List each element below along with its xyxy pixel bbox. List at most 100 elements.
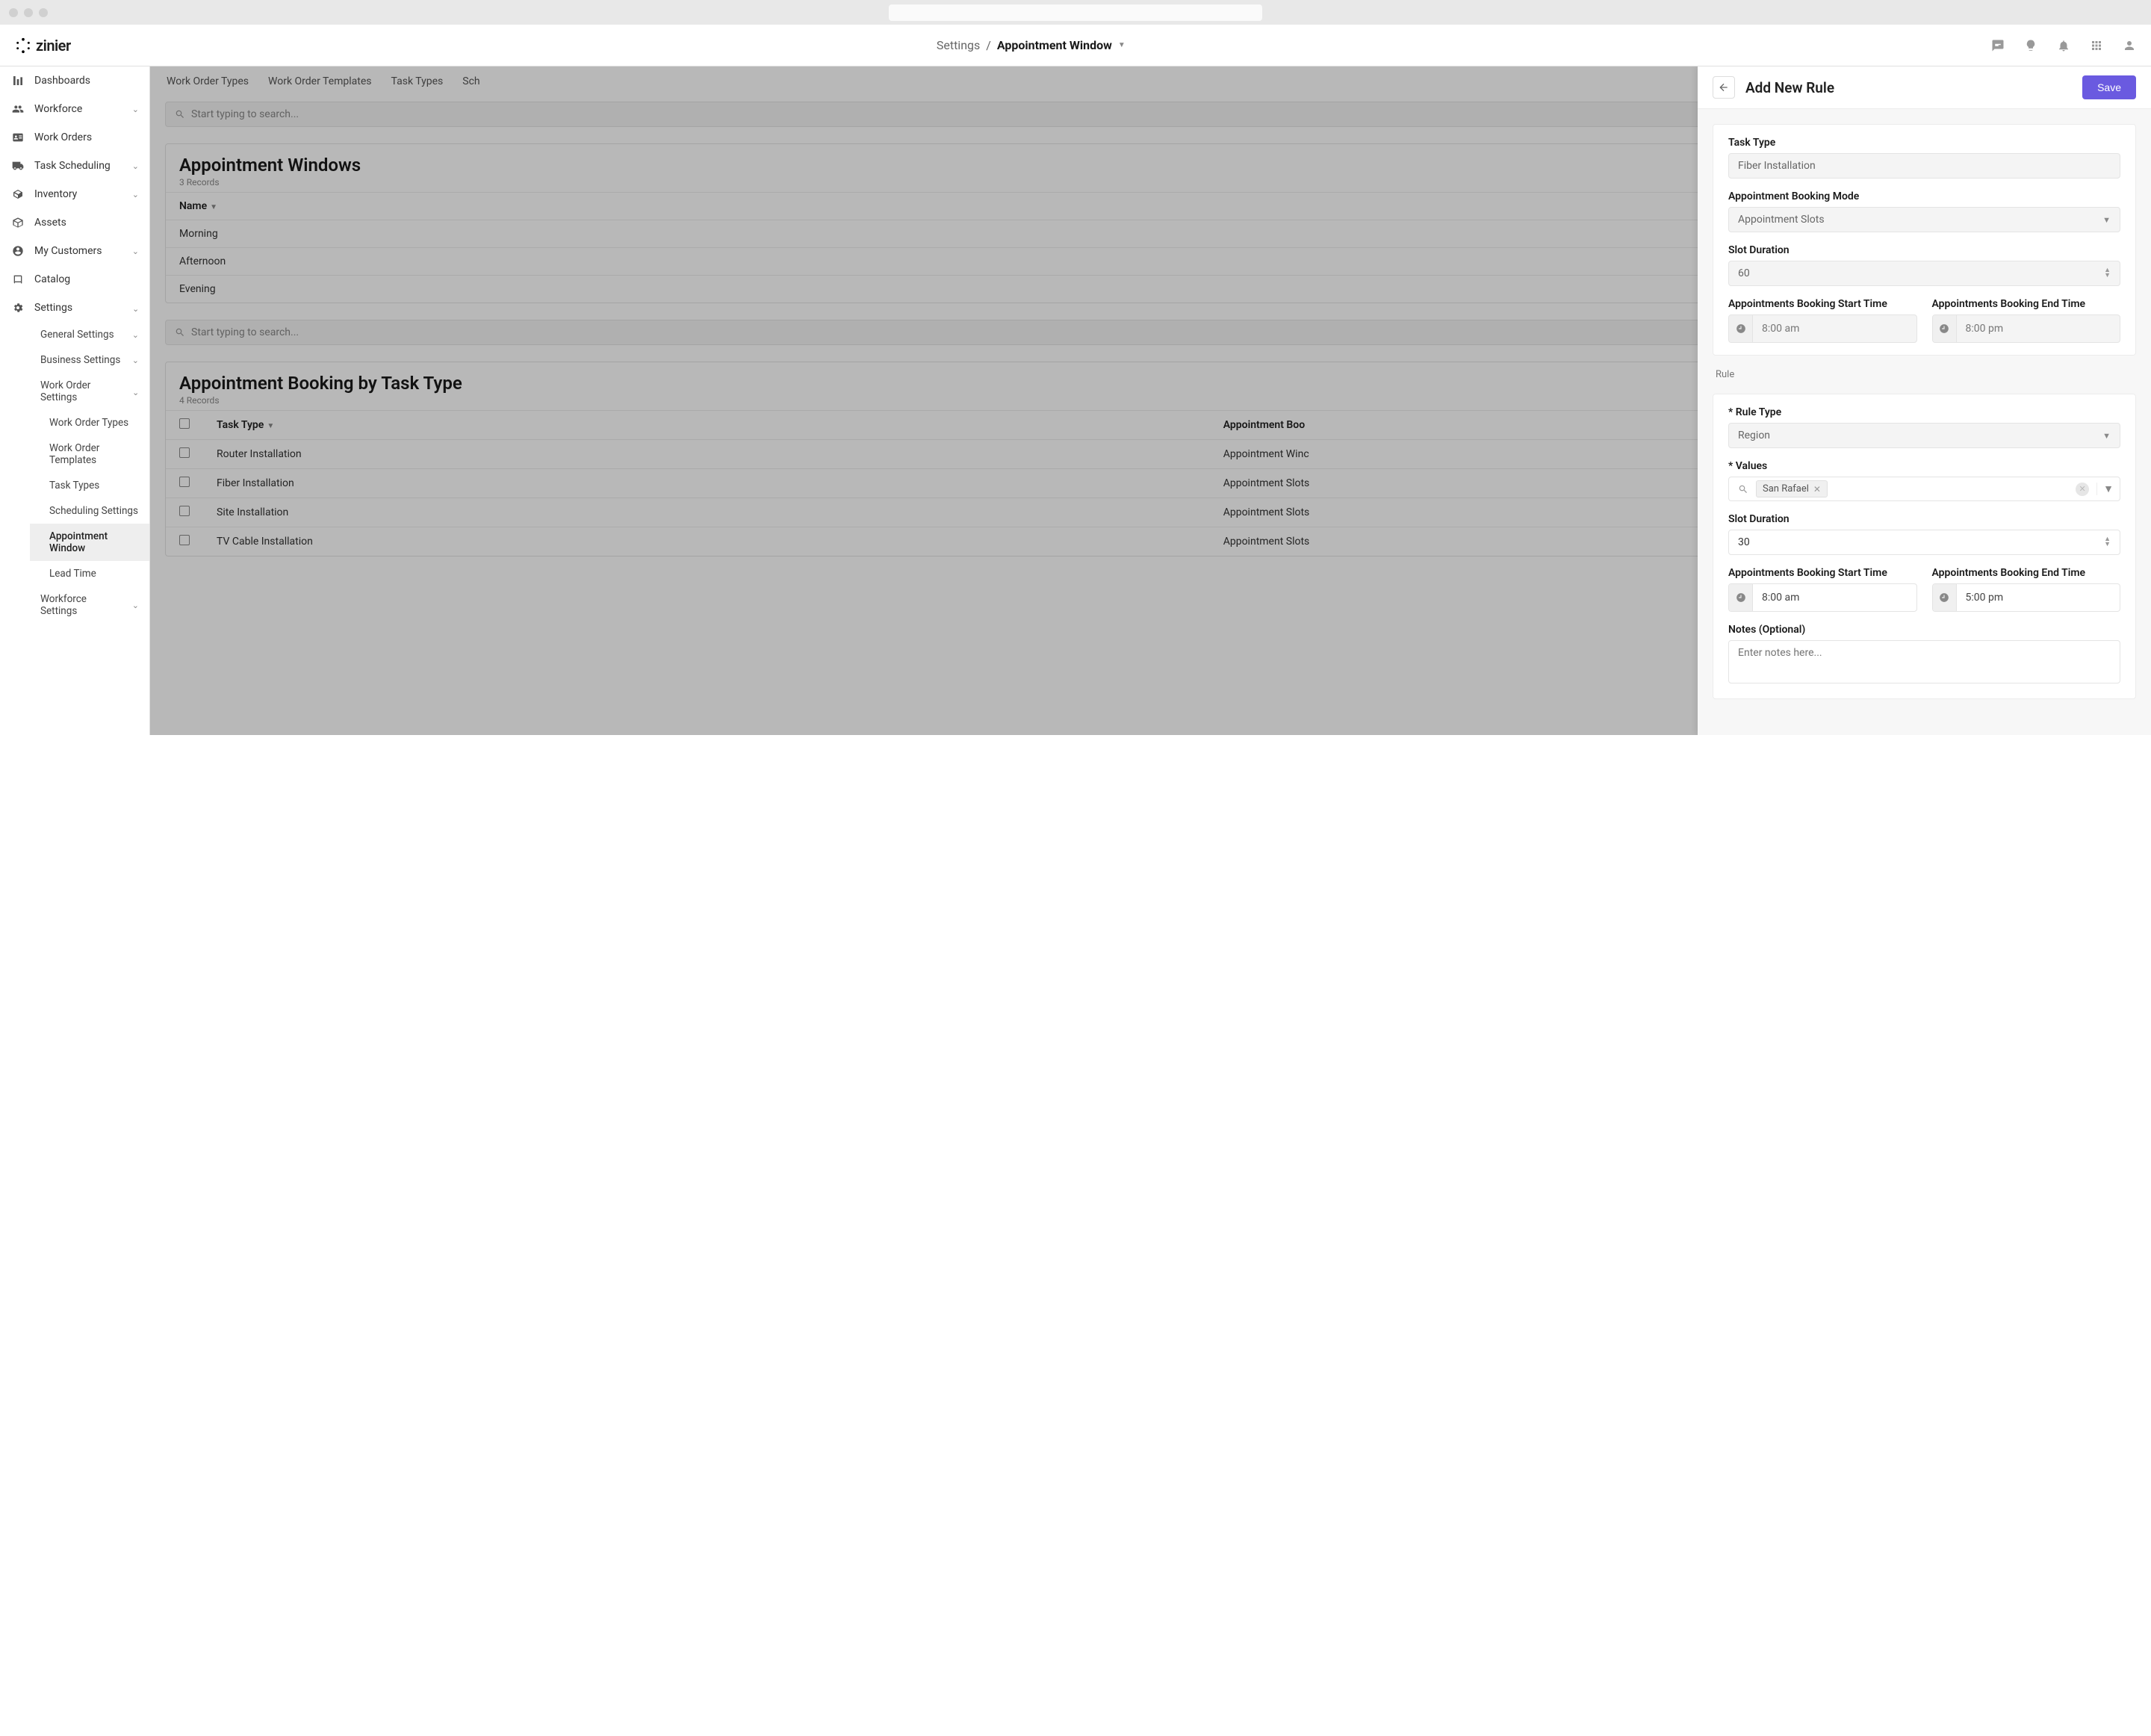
values-multiselect[interactable]: San Rafael ✕ ✕ ▼ [1728, 477, 2120, 501]
chevron-up-icon: ⌃ [132, 303, 139, 313]
chevron-down-icon: ⌄ [132, 161, 139, 171]
rule-start-time-input[interactable]: 8:00 am [1728, 583, 1917, 612]
profile-icon[interactable] [2123, 39, 2136, 52]
user-circle-icon [10, 244, 25, 258]
rule-section-label: Rule [1713, 369, 2136, 380]
nav-label: Task Scheduling [34, 160, 111, 172]
remove-tag-icon[interactable]: ✕ [1813, 484, 1821, 495]
nav-label: Assets [34, 217, 66, 229]
rule-slot-input[interactable]: 30▲▼ [1728, 530, 2120, 555]
nav-label: Inventory [34, 188, 77, 200]
nav-label: General Settings [40, 329, 114, 341]
back-button[interactable] [1713, 76, 1735, 99]
stepper-icon[interactable]: ▲▼ [2104, 268, 2111, 279]
rule-end-time-input[interactable]: 5:00 pm [1932, 583, 2121, 612]
nav-settings[interactable]: Settings ⌃ [0, 294, 149, 322]
bell-icon[interactable] [2057, 39, 2070, 52]
rule-slot-label: Slot Duration [1728, 513, 2120, 525]
maximize-window[interactable] [39, 8, 48, 17]
minimize-window[interactable] [24, 8, 33, 17]
rule-type-label: * Rule Type [1728, 406, 2120, 418]
nav-work-order-settings[interactable]: Work Order Settings ⌃ [30, 373, 149, 410]
save-button[interactable]: Save [2082, 75, 2136, 99]
nav-work-orders[interactable]: Work Orders [0, 123, 149, 152]
users-icon [10, 102, 25, 117]
start-time-label: Appointments Booking Start Time [1728, 298, 1917, 310]
nav-dashboards[interactable]: Dashboards [0, 66, 149, 95]
nav-label: Work Order Types [49, 417, 128, 429]
chevron-down-icon: ▼ [2102, 431, 2111, 441]
nav-label: Business Settings [40, 354, 120, 366]
nav-my-customers[interactable]: My Customers ⌄ [0, 237, 149, 265]
chevron-down-icon: ⌄ [132, 330, 139, 340]
topbar-actions [1991, 39, 2136, 52]
start-time-input[interactable]: 8:00 am [1728, 314, 1917, 343]
search-icon [1735, 484, 1751, 495]
logo-icon [15, 37, 31, 54]
breadcrumb-root[interactable]: Settings [937, 38, 980, 52]
nav-task-scheduling[interactable]: Task Scheduling ⌄ [0, 152, 149, 180]
nav-workforce-settings[interactable]: Workforce Settings ⌄ [30, 586, 149, 624]
end-time-input[interactable]: 8:00 pm [1932, 314, 2121, 343]
book-icon [10, 272, 25, 287]
breadcrumb-separator: / [986, 38, 991, 52]
rule-type-select[interactable]: Region▼ [1728, 423, 2120, 448]
nav-business-settings[interactable]: Business Settings ⌄ [30, 347, 149, 373]
clock-icon [1729, 584, 1753, 611]
nav-sub-task-types[interactable]: Task Types [30, 473, 149, 498]
apps-icon[interactable] [2090, 39, 2103, 52]
nav-sub-work-order-templates[interactable]: Work Order Templates [30, 435, 149, 473]
nav-label: My Customers [34, 245, 102, 257]
nav-label: Task Types [49, 480, 99, 492]
rule-card: * Rule Type Region▼ * Values San Rafael … [1713, 394, 2136, 699]
nav-sub-work-order-types[interactable]: Work Order Types [30, 410, 149, 435]
nav-sub-lead-time[interactable]: Lead Time [30, 561, 149, 586]
rule-end-label: Appointments Booking End Time [1932, 567, 2121, 579]
nav-workforce[interactable]: Workforce ⌄ [0, 95, 149, 123]
rule-start-label: Appointments Booking Start Time [1728, 567, 1917, 579]
chevron-down-icon[interactable]: ▼ [2096, 483, 2114, 495]
breadcrumb-current: Appointment Window [997, 38, 1112, 52]
tips-icon[interactable] [2024, 39, 2037, 52]
booking-mode-select[interactable]: Appointment Slots▼ [1728, 207, 2120, 232]
chevron-down-icon: ⌄ [132, 601, 139, 610]
chevron-down-icon: ⌄ [132, 190, 139, 199]
nav-label: Work Order Settings [40, 379, 123, 403]
stepper-icon[interactable]: ▲▼ [2104, 537, 2111, 548]
breadcrumb-dropdown-icon[interactable]: ▼ [1118, 41, 1126, 49]
nav-assets[interactable]: Assets [0, 208, 149, 237]
nav-sub-scheduling-settings[interactable]: Scheduling Settings [30, 498, 149, 524]
task-type-input[interactable]: Fiber Installation [1728, 153, 2120, 179]
close-window[interactable] [9, 8, 18, 17]
nav-label: Scheduling Settings [49, 505, 138, 517]
notes-textarea[interactable] [1728, 640, 2120, 683]
chart-bar-icon [10, 73, 25, 88]
nav-label: Settings [34, 302, 72, 314]
task-type-label: Task Type [1728, 137, 2120, 149]
truck-icon [10, 158, 25, 173]
clear-all-icon[interactable]: ✕ [2076, 483, 2089, 496]
nav-catalog[interactable]: Catalog [0, 265, 149, 294]
cube-icon [10, 215, 25, 230]
chat-icon[interactable] [1991, 39, 2005, 52]
brand-logo[interactable]: zinier [15, 37, 71, 55]
value-tag: San Rafael ✕ [1756, 480, 1828, 497]
nav-sub-appointment-window[interactable]: Appointment Window [30, 524, 149, 561]
nav-label: Workforce [34, 103, 82, 115]
gear-icon [10, 300, 25, 315]
task-config-card: Task Type Fiber Installation Appointment… [1713, 124, 2136, 356]
nav-general-settings[interactable]: General Settings ⌄ [30, 322, 149, 347]
topbar: zinier Settings / Appointment Window ▼ [0, 25, 2151, 66]
nav-inventory[interactable]: Inventory ⌄ [0, 180, 149, 208]
breadcrumb: Settings / Appointment Window ▼ [937, 38, 1126, 52]
chevron-down-icon: ⌄ [132, 247, 139, 256]
box-icon [10, 187, 25, 202]
browser-chrome [0, 0, 2151, 25]
slot-duration-input[interactable]: 60▲▼ [1728, 261, 2120, 286]
end-time-label: Appointments Booking End Time [1932, 298, 2121, 310]
url-bar[interactable] [889, 4, 1262, 21]
notes-label: Notes (Optional) [1728, 624, 2120, 636]
sidebar: Dashboards Workforce ⌄ Work Orders Task … [0, 66, 150, 735]
panel-title: Add New Rule [1745, 79, 1834, 96]
chevron-down-icon: ▼ [2102, 215, 2111, 225]
